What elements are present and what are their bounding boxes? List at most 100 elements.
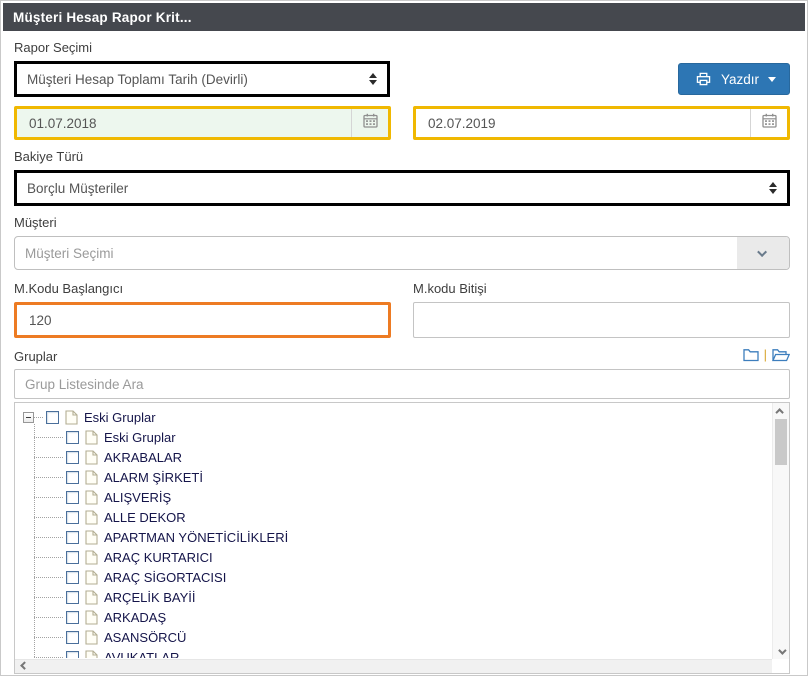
tree-item-row: ARAÇ SİGORTACISI xyxy=(34,567,771,587)
tree-item-checkbox[interactable] xyxy=(66,611,79,624)
tree-item-label[interactable]: ALIŞVERİŞ xyxy=(101,490,174,505)
tree-item-label[interactable]: ARAÇ KURTARICI xyxy=(101,550,216,565)
tree-item-label[interactable]: ASANSÖRCÜ xyxy=(101,630,189,645)
calendar-icon xyxy=(762,113,777,133)
print-button[interactable]: Yazdır xyxy=(678,63,790,95)
tree-connector xyxy=(34,417,43,418)
report-select[interactable]: Müşteri Hesap Toplamı Tarih (Devirli) xyxy=(14,61,390,97)
file-icon xyxy=(85,570,98,585)
code-start-input[interactable] xyxy=(14,302,391,338)
balance-type-label: Bakiye Türü xyxy=(14,149,790,164)
tree-connector xyxy=(34,517,63,518)
report-criteria-window: Müşteri Hesap Rapor Krit... Rapor Seçimi… xyxy=(0,0,808,676)
tree-connector xyxy=(34,477,63,478)
tree-item-checkbox[interactable] xyxy=(66,511,79,524)
customer-select-dropdown-button[interactable] xyxy=(737,237,789,269)
form-content: Rapor Seçimi Müşteri Hesap Toplamı Tarih… xyxy=(1,40,807,674)
tree-item-label[interactable]: ARAÇ SİGORTACISI xyxy=(101,570,229,585)
file-icon xyxy=(65,410,78,425)
tree-item-checkbox[interactable] xyxy=(66,571,79,584)
tree-item-label[interactable]: AVUKATLAR xyxy=(101,650,182,659)
tree-connector xyxy=(34,497,63,498)
icon-separator: | xyxy=(764,347,767,362)
groups-label: Gruplar xyxy=(14,349,57,364)
tree-connector xyxy=(34,537,63,538)
scroll-down-arrow[interactable] xyxy=(773,644,789,659)
end-date-input[interactable] xyxy=(416,116,750,131)
tree-item-label[interactable]: ALARM ŞİRKETİ xyxy=(101,470,206,485)
tree-item-label[interactable]: ALLE DEKOR xyxy=(101,510,189,525)
start-date-calendar-button[interactable] xyxy=(352,109,388,137)
window-titlebar[interactable]: Müşteri Hesap Rapor Krit... xyxy=(3,3,805,31)
file-icon xyxy=(85,530,98,545)
end-date-calendar-button[interactable] xyxy=(751,109,787,137)
tree-connector xyxy=(34,437,63,438)
tree-item-row: ARÇELİK BAYİİ xyxy=(34,587,771,607)
tree-item-row: ALARM ŞİRKETİ xyxy=(34,467,771,487)
file-icon xyxy=(85,450,98,465)
tree-item-row: AKRABALAR xyxy=(34,447,771,467)
tree-item-label[interactable]: APARTMAN YÖNETİCİLİKLERİ xyxy=(101,530,291,545)
window-title: Müşteri Hesap Rapor Krit... xyxy=(13,10,192,25)
tree-connector xyxy=(34,597,63,598)
printer-icon xyxy=(696,72,711,86)
balance-type-select[interactable]: Borçlu Müşteriler xyxy=(14,170,790,206)
tree-connector xyxy=(34,657,63,658)
tree-item-checkbox[interactable] xyxy=(66,651,79,659)
tree-item-checkbox[interactable] xyxy=(66,451,79,464)
start-date-input[interactable] xyxy=(17,116,351,131)
tree-horizontal-scrollbar[interactable] xyxy=(15,659,772,673)
tree-item-checkbox[interactable] xyxy=(66,491,79,504)
customer-select[interactable]: Müşteri Seçimi xyxy=(14,236,790,270)
tree-item-checkbox[interactable] xyxy=(66,551,79,564)
file-icon xyxy=(85,610,98,625)
code-start-label: M.Kodu Başlangıcı xyxy=(14,281,391,296)
tree-item-checkbox[interactable] xyxy=(66,531,79,544)
file-icon xyxy=(85,590,98,605)
tree-item-checkbox[interactable] xyxy=(66,591,79,604)
tree-connector xyxy=(34,557,63,558)
tree-item-row: ALIŞVERİŞ xyxy=(34,487,771,507)
groups-toolbar: | xyxy=(743,347,790,364)
groups-header: Gruplar | xyxy=(14,347,790,364)
code-end-input[interactable] xyxy=(413,302,790,338)
tree-item-label[interactable]: ARÇELİK BAYİİ xyxy=(101,590,199,605)
tree-item-row: ALLE DEKOR xyxy=(34,507,771,527)
group-tree-panel: Eski Gruplar Eski Gruplar AKRABALAR xyxy=(14,402,790,674)
file-icon xyxy=(85,490,98,505)
tree-item-label[interactable]: Eski Gruplar xyxy=(81,410,159,425)
scroll-left-arrow[interactable] xyxy=(20,661,28,669)
tree-root-checkbox[interactable] xyxy=(46,411,59,424)
chevron-down-icon xyxy=(757,247,767,257)
tree-connector xyxy=(34,577,63,578)
collapse-minus-icon[interactable] xyxy=(23,412,34,423)
tree-item-checkbox[interactable] xyxy=(66,471,79,484)
scrollbar-thumb[interactable] xyxy=(775,419,787,465)
tree-item-label[interactable]: ARKADAŞ xyxy=(101,610,169,625)
tree-connector xyxy=(34,637,63,638)
customer-select-placeholder: Müşteri Seçimi xyxy=(15,237,737,269)
tree-item-label[interactable]: Eski Gruplar xyxy=(101,430,179,445)
report-select-value: Müşteri Hesap Toplamı Tarih (Devirli) xyxy=(27,72,248,87)
file-icon xyxy=(85,470,98,485)
tree-children: Eski Gruplar AKRABALAR ALARM ŞİRKETİ xyxy=(23,427,771,658)
tree-item-row: ARKADAŞ xyxy=(34,607,771,627)
tree-item-row: Eski Gruplar xyxy=(34,427,771,447)
tree-item-checkbox[interactable] xyxy=(66,631,79,644)
tree-item-row: APARTMAN YÖNETİCİLİKLERİ xyxy=(34,527,771,547)
customer-code-row: M.Kodu Başlangıcı M.kodu Bitişi xyxy=(14,272,790,338)
group-tree: Eski Gruplar Eski Gruplar AKRABALAR xyxy=(23,407,771,658)
report-select-label: Rapor Seçimi xyxy=(14,40,790,55)
folder-open-icon[interactable] xyxy=(772,348,790,362)
report-row: Müşteri Hesap Toplamı Tarih (Devirli) Ya… xyxy=(14,61,790,97)
group-search-input[interactable] xyxy=(14,369,790,399)
start-date-field xyxy=(14,106,391,140)
date-range-row xyxy=(14,106,790,140)
caret-down-icon xyxy=(768,77,776,82)
tree-vertical-scrollbar[interactable] xyxy=(772,403,789,659)
tree-item-checkbox[interactable] xyxy=(66,431,79,444)
folder-closed-icon[interactable] xyxy=(743,348,759,362)
tree-item-label[interactable]: AKRABALAR xyxy=(101,450,185,465)
scroll-up-arrow[interactable] xyxy=(773,403,789,418)
file-icon xyxy=(85,550,98,565)
